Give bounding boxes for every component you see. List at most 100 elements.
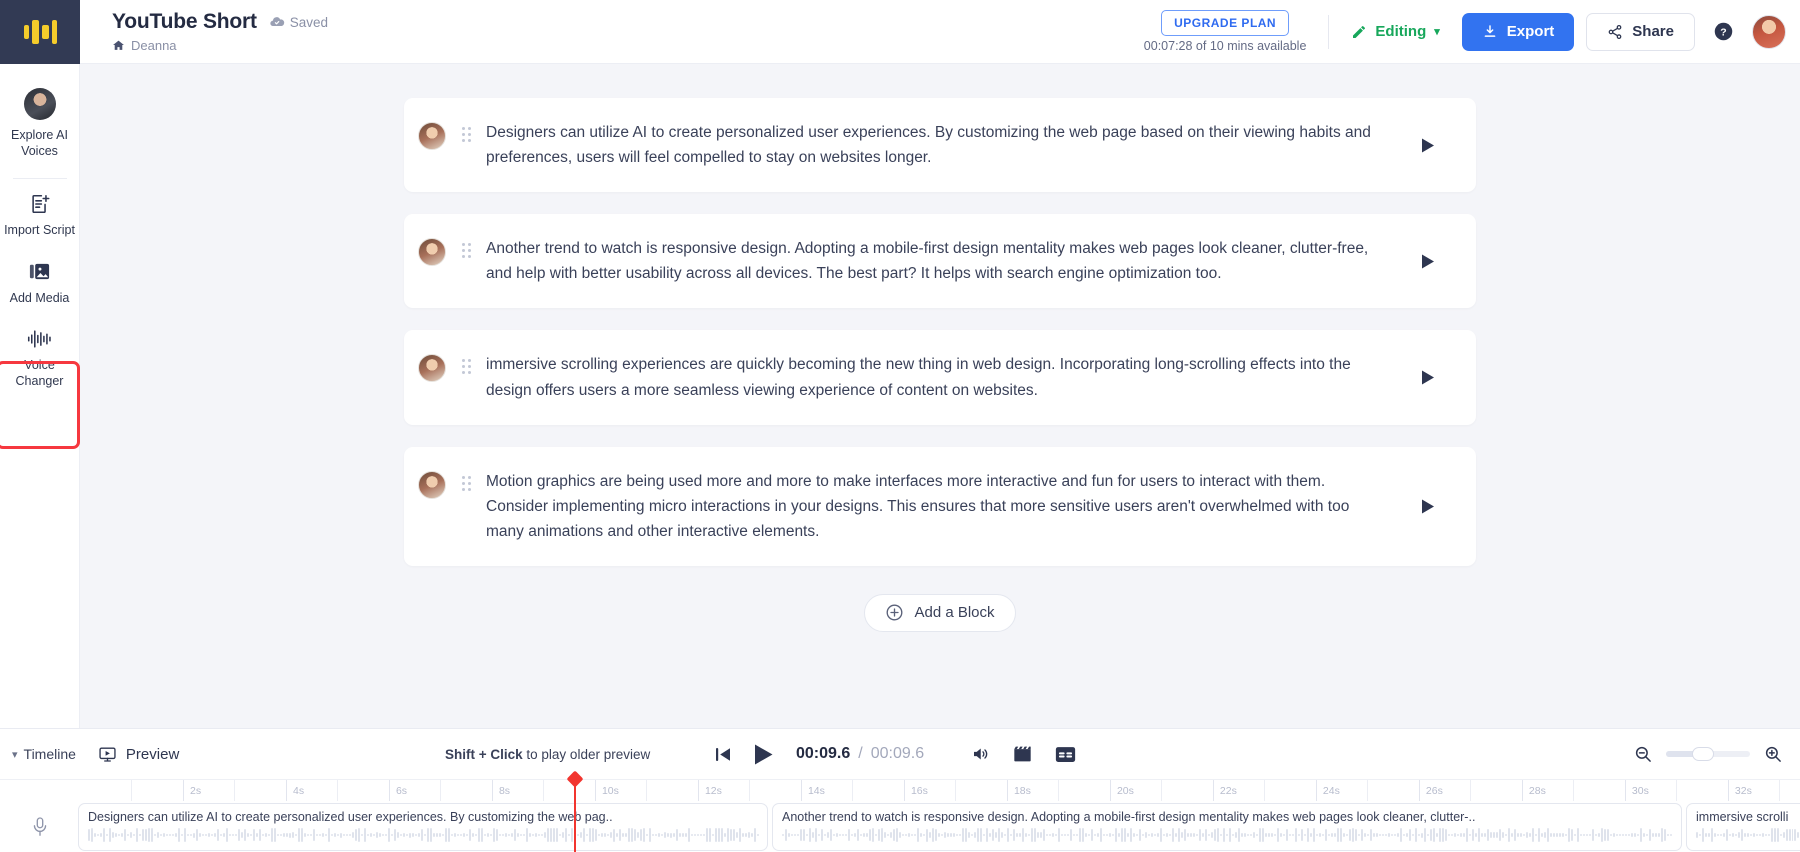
top-bar: YouTube Short Saved Deanna UPGRADE PLAN … <box>80 0 1800 64</box>
help-button[interactable]: ? <box>1713 21 1734 42</box>
ruler-tick-label: 8s <box>498 785 511 797</box>
ruler-tick <box>852 780 854 802</box>
volume-button[interactable] <box>970 745 990 763</box>
script-block[interactable]: immersive scrolling experiences are quic… <box>404 330 1476 425</box>
play-block-button[interactable] <box>1410 492 1458 521</box>
ruler-tick <box>440 780 442 802</box>
pencil-icon <box>1351 24 1367 40</box>
sidebar-item-voice-changer[interactable]: Voice Changer <box>0 318 80 402</box>
timeline-clip[interactable]: Another trend to watch is responsive des… <box>772 803 1682 851</box>
play-block-button[interactable] <box>1410 363 1458 392</box>
ruler-tick <box>1676 780 1678 802</box>
sidebar-item-label: Explore AI Voices <box>11 128 68 159</box>
timeline-clip[interactable]: immersive scrolli <box>1686 803 1800 851</box>
breadcrumb[interactable]: Deanna <box>112 38 328 53</box>
sidebar-item-explore-ai-voices[interactable]: Explore AI Voices <box>0 78 80 172</box>
script-block-text[interactable]: Motion graphics are being used more and … <box>484 469 1410 544</box>
import-script-icon <box>29 193 51 215</box>
current-time: 00:09.6 <box>796 745 851 762</box>
editing-mode-dropdown[interactable]: Editing ▾ <box>1329 23 1461 40</box>
media-clapper-button[interactable] <box>1012 745 1033 763</box>
play-button[interactable] <box>753 743 774 766</box>
ruler-tick: 24s <box>1315 780 1340 802</box>
ruler-tick: 32s <box>1727 780 1752 802</box>
zoom-out-icon[interactable] <box>1634 745 1652 763</box>
timeline-ruler[interactable]: 2s 4s 6s 8s 10s 12s 14s 16s 18s 20s 22s 24s 26s 28s 30… <box>0 779 1800 802</box>
script-block-text[interactable]: Designers can utilize AI to create perso… <box>484 120 1410 170</box>
sidebar-item-label: Voice Changer <box>15 358 64 389</box>
upgrade-plan-button[interactable]: UPGRADE PLAN <box>1161 10 1290 36</box>
ruler-tick-label: 20s <box>1116 785 1134 797</box>
ruler-tick: 22s <box>1212 780 1237 802</box>
script-block[interactable]: Designers can utilize AI to create perso… <box>404 98 1476 193</box>
ruler-tick <box>543 780 545 802</box>
play-block-button[interactable] <box>1410 247 1458 276</box>
playhead[interactable] <box>566 770 584 852</box>
play-block-button[interactable] <box>1410 131 1458 160</box>
microphone-track-icon[interactable] <box>0 816 80 838</box>
breadcrumb-home-label: Deanna <box>131 38 177 53</box>
script-block[interactable]: Motion graphics are being used more and … <box>404 446 1476 566</box>
timeline-clip[interactable]: Designers can utilize AI to create perso… <box>78 803 768 851</box>
ruler-tick <box>234 780 236 802</box>
voice-changer-icon <box>27 328 53 350</box>
add-a-block-button[interactable]: Add a Block <box>864 593 1016 632</box>
zoom-slider-knob[interactable] <box>1692 747 1714 761</box>
chevron-down-icon: ▾ <box>1434 26 1440 38</box>
skip-to-start-button[interactable] <box>715 747 731 762</box>
plus-circle-icon <box>885 603 904 622</box>
total-time: 00:09.6 <box>870 745 925 762</box>
script-canvas[interactable]: Designers can utilize AI to create perso… <box>80 64 1800 728</box>
plan-area: UPGRADE PLAN 00:07:28 of 10 mins availab… <box>1144 10 1329 53</box>
export-button[interactable]: Export <box>1461 12 1575 51</box>
export-label: Export <box>1506 23 1555 40</box>
user-avatar[interactable] <box>1752 14 1786 49</box>
ruler-tick <box>749 780 751 802</box>
ruler-tick-label: 18s <box>1013 785 1031 797</box>
ruler-tick: 20s <box>1109 780 1134 802</box>
timeline-toggle[interactable]: ▾ Timeline <box>12 746 76 762</box>
ruler-tick: 28s <box>1521 780 1546 802</box>
ruler-tick <box>1264 780 1266 802</box>
ruler-tick-label: 16s <box>910 785 928 797</box>
ruler-tick: 16s <box>903 780 928 802</box>
speechify-logo-icon <box>23 20 57 44</box>
ruler-tick-label: 26s <box>1425 785 1443 797</box>
preview-icon <box>98 745 117 764</box>
avatar[interactable] <box>418 238 446 267</box>
avatar[interactable] <box>418 354 446 383</box>
app-logo[interactable] <box>0 0 80 64</box>
script-block-text[interactable]: immersive scrolling experiences are quic… <box>484 352 1410 402</box>
sidebar-item-label: Add Media <box>9 290 70 305</box>
ruler-tick: 14s <box>800 780 825 802</box>
sidebar-item-import-script[interactable]: Import Script <box>0 183 80 250</box>
preview-button[interactable]: Preview <box>98 745 179 764</box>
add-block-row: Add a Block <box>404 588 1476 672</box>
script-block[interactable]: Another trend to watch is responsive des… <box>404 214 1476 309</box>
ruler-tick-label: 28s <box>1528 785 1546 797</box>
avatar[interactable] <box>418 122 446 150</box>
drag-handle[interactable] <box>456 127 476 142</box>
ruler-tick <box>1367 780 1369 802</box>
script-block-text[interactable]: Another trend to watch is responsive des… <box>484 236 1410 286</box>
sidebar-item-add-media[interactable]: Add Media <box>0 250 80 318</box>
script-blocks-list: Designers can utilize AI to create perso… <box>404 98 1476 672</box>
editing-label: Editing <box>1375 23 1427 40</box>
drag-handle[interactable] <box>456 243 476 259</box>
share-icon <box>1607 24 1623 40</box>
sidebar-item-label: Import Script <box>4 222 75 237</box>
ruler-tick: 30s <box>1624 780 1649 802</box>
captions-button[interactable] <box>1055 746 1076 763</box>
saved-label: Saved <box>289 14 329 30</box>
ruler-tick-label: 10s <box>601 785 619 797</box>
shift-hint-bold: Shift + Click <box>445 746 523 762</box>
zoom-slider[interactable] <box>1666 747 1750 761</box>
drag-handle[interactable] <box>456 475 476 491</box>
share-button[interactable]: Share <box>1586 12 1695 51</box>
ruler-tick: 6s <box>388 780 407 802</box>
timeline-clip-label: immersive scrolli <box>1696 810 1789 824</box>
zoom-in-icon[interactable] <box>1764 745 1782 763</box>
drag-handle[interactable] <box>456 359 476 375</box>
share-label: Share <box>1632 23 1674 40</box>
avatar[interactable] <box>418 470 446 499</box>
